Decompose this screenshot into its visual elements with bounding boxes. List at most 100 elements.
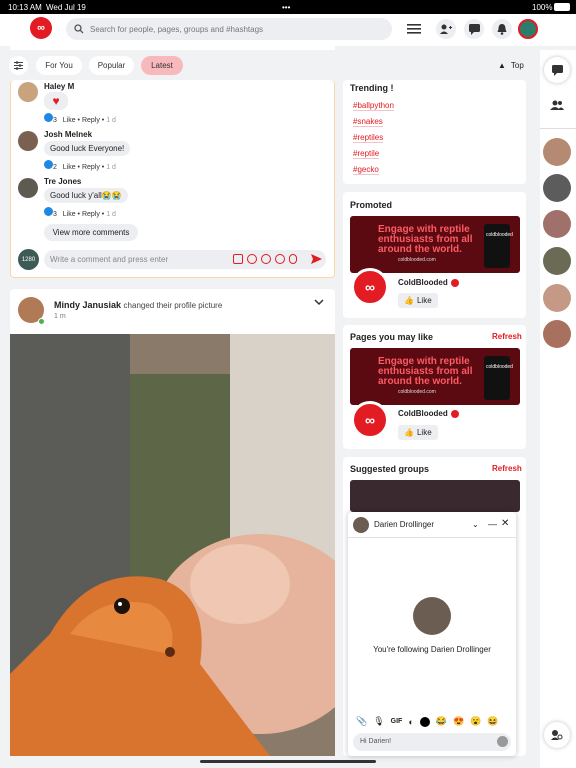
trending-tag[interactable]: #reptiles [353,133,384,143]
minimize-icon[interactable]: — [488,519,497,529]
tab-popular[interactable]: Popular [89,56,134,75]
commenter-name[interactable]: Haley M [44,82,74,91]
thumbs-up-icon: 👍 [404,296,414,305]
chat-contact-avatar[interactable] [353,517,369,533]
page-name[interactable]: ColdBlooded [398,278,459,287]
trending-tag[interactable]: #reptile [353,149,380,159]
page-name[interactable]: ColdBlooded [398,409,459,418]
user-avatar[interactable] [518,19,538,39]
chat-contact-name[interactable]: Darien Drollinger [374,520,434,529]
commenter-name[interactable]: Josh Melnek [44,130,92,139]
composer-user-avatar: 1280 [18,249,39,270]
contact-avatar[interactable] [543,210,571,238]
post-author-name[interactable]: Mindy Janusiak [54,300,121,310]
search-input[interactable]: Search for people, pages, groups and #ha… [66,18,392,40]
groups-refresh-button[interactable]: Refresh [492,464,522,473]
contact-avatar[interactable] [543,320,571,348]
comment-input-placeholder: Write a comment and press enter [50,255,169,264]
notifications-icon[interactable] [492,19,512,39]
comment-text: Good luck Everyone! [44,141,131,156]
battery-level: 100% [532,3,553,12]
page-logo[interactable]: ∞ [351,268,389,306]
home-indicator [200,760,376,763]
emoji-button[interactable]: 😆 [487,716,498,727]
chat-divider [348,537,516,538]
image-icon[interactable] [275,254,285,264]
heart-icon: ♥ [44,92,68,110]
commenter-name[interactable]: Tre Jones [44,177,81,186]
chevron-down-icon[interactable] [314,298,324,308]
contact-avatar[interactable] [543,247,571,275]
send-icon[interactable] [311,254,322,266]
sticker-icon[interactable] [247,254,257,264]
page-banner[interactable]: Engage with reptile enthusiasts from all… [350,348,520,405]
trending-title: Trending ! [350,83,394,93]
comment-like-link[interactable]: Like [63,117,76,124]
menu-icon[interactable] [404,19,424,39]
search-contacts-icon[interactable] [544,722,570,748]
close-icon[interactable]: ✕ [501,518,509,529]
promoted-banner[interactable]: Engage with reptile enthusiasts from all… [350,216,520,273]
chat-profile-photo[interactable] [413,597,451,635]
filter-settings-icon[interactable] [9,56,28,75]
tab-latest[interactable]: Latest [141,56,183,75]
contact-avatar[interactable] [543,174,571,202]
emoji-icon[interactable] [261,254,271,264]
phone-mockup: coldblooded [484,356,513,400]
chevron-down-icon[interactable]: ⌄ [472,520,479,529]
emoji-icon[interactable] [497,736,508,747]
search-icon [74,24,84,34]
comment-reply-link[interactable]: Reply [82,211,100,218]
search-placeholder: Search for people, pages, groups and #ha… [90,24,264,34]
trending-tag[interactable]: #snakes [353,117,383,127]
contact-avatar[interactable] [543,284,571,312]
comment-meta: 3 Like • Reply • 1 d [44,113,116,124]
gif-icon[interactable] [233,254,243,264]
comment-reply-link[interactable]: Reply [82,164,100,171]
rail-divider [540,128,576,129]
group-cover-image[interactable] [350,480,520,512]
thumbs-up-icon: 👍 [404,428,414,437]
post-photo[interactable] [10,334,335,756]
status-date: Wed Jul 19 [46,3,86,12]
top-toggle[interactable]: ▲ Top [498,61,524,70]
view-more-comments-button[interactable]: View more comments [44,224,138,241]
composer-tools [233,254,297,264]
tab-for-you[interactable]: For You [36,56,82,75]
trending-tag[interactable]: #gecko [353,165,379,175]
emoji-button[interactable]: 😂 [436,716,447,727]
app-logo[interactable]: ∞ [30,17,52,39]
comment-meta: 3 Like • Reply • 1 d [44,207,116,218]
microphone-icon[interactable]: 🎙 [373,716,384,727]
like-page-button[interactable]: 👍 Like [398,425,438,440]
post-header: Mindy Janusiak changed their profile pic… [54,300,222,310]
emoji-button[interactable]: 😍 [453,716,464,727]
commenter-avatar[interactable] [18,82,38,102]
sticker-icon[interactable]: ◐ [408,717,413,727]
comment-text: Good luck y'all😭😭 [44,188,128,203]
contact-avatar[interactable] [543,138,571,166]
new-message-icon[interactable] [544,57,570,83]
comment-like-link[interactable]: Like [63,211,76,218]
microphone-icon[interactable] [289,254,297,264]
add-friend-icon[interactable] [436,19,456,39]
group-chat-icon[interactable] [544,92,570,118]
comment-reply-link[interactable]: Reply [82,117,100,124]
page-logo[interactable]: ∞ [351,401,389,439]
pages-refresh-button[interactable]: Refresh [492,332,522,341]
messages-icon[interactable] [464,19,484,39]
emoji-button[interactable]: 😮 [470,716,481,727]
chat-input-placeholder: Hi Darien! [360,738,392,745]
color-picker-icon[interactable] [419,716,430,727]
verified-icon [450,409,459,418]
attachment-icon[interactable]: 📎 [356,716,367,727]
commenter-avatar[interactable] [18,131,38,151]
like-page-button[interactable]: 👍 Like [398,293,438,308]
pages-title: Pages you may like [350,332,434,342]
gif-button[interactable]: GIF [391,718,403,725]
trending-tag[interactable]: #ballpython [353,101,394,111]
comment-like-link[interactable]: Like [63,164,76,171]
phone-mockup: coldblooded [484,224,513,268]
commenter-avatar[interactable] [18,178,38,198]
like-reaction-icon [44,207,53,216]
